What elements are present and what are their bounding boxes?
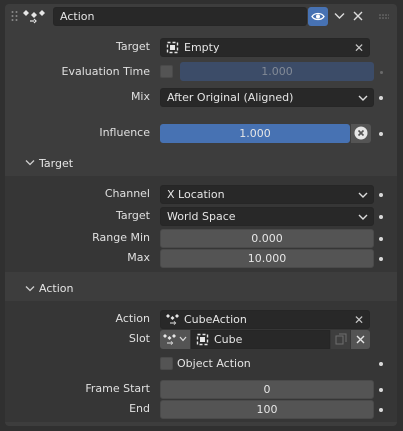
action-constraint-icon xyxy=(23,10,45,24)
eye-icon xyxy=(311,12,325,21)
influence-label: Influence xyxy=(99,126,150,139)
channel-value: X Location xyxy=(167,188,225,201)
target-space-dropdown[interactable]: World Space xyxy=(160,207,374,226)
influence-value: 1.000 xyxy=(239,127,271,140)
object-icon xyxy=(166,41,179,54)
mix-label: Mix xyxy=(130,90,150,103)
action-icon xyxy=(163,334,176,345)
mix-value: After Original (Aligned) xyxy=(167,91,294,104)
clear-action-icon[interactable]: ✕ xyxy=(354,313,364,327)
keyframe-dot-icon[interactable] xyxy=(379,193,383,197)
range-min-field[interactable]: 0.000 xyxy=(160,229,374,248)
slot-field[interactable]: Cube xyxy=(191,330,330,349)
object-action-checkbox[interactable] xyxy=(160,357,173,370)
unlink-slot-button[interactable] xyxy=(351,330,370,349)
slot-browse-button[interactable] xyxy=(160,330,190,349)
close-circle-icon xyxy=(354,126,368,140)
range-min-label: Range Min xyxy=(92,231,150,244)
end-label: End xyxy=(129,402,150,415)
keyframe-dot-icon[interactable] xyxy=(379,96,383,100)
frame-start-field[interactable]: 0 xyxy=(160,380,374,399)
channel-dropdown[interactable]: X Location xyxy=(160,185,374,204)
keyframe-dot-icon[interactable] xyxy=(379,132,383,136)
chevron-down-icon xyxy=(358,192,368,198)
keyframe-dot-icon xyxy=(380,71,383,74)
keyframe-dot-icon[interactable] xyxy=(379,257,383,261)
frame-start-label: Frame Start xyxy=(85,382,150,395)
end-field[interactable]: 100 xyxy=(160,400,374,419)
close-icon xyxy=(356,335,365,344)
duplicate-icon xyxy=(335,333,347,345)
target-space-label: Target xyxy=(115,209,150,222)
target-subpanel-title[interactable]: Target xyxy=(39,157,73,170)
panel-drag-icon[interactable] xyxy=(379,14,389,20)
keyframe-dot-icon[interactable] xyxy=(379,388,383,392)
range-min-value: 0.000 xyxy=(251,232,283,245)
chevron-down-icon[interactable] xyxy=(25,285,35,293)
frame-start-value: 0 xyxy=(263,383,271,396)
max-label: Max xyxy=(127,251,150,264)
max-value: 10.000 xyxy=(247,252,287,265)
target-label: Target xyxy=(115,40,150,53)
close-icon[interactable] xyxy=(353,11,363,21)
duplicate-slot-button[interactable] xyxy=(331,330,350,349)
keyframe-dot-icon[interactable] xyxy=(379,408,383,412)
influence-slider[interactable]: 1.000 xyxy=(160,124,350,143)
chevron-down-icon xyxy=(358,95,368,101)
chevron-down-icon xyxy=(358,214,368,220)
object-icon xyxy=(196,333,209,346)
chevron-down-icon[interactable] xyxy=(334,11,345,21)
eval-time-label: Evaluation Time xyxy=(61,65,150,78)
slot-label: Slot xyxy=(128,332,150,345)
object-action-label[interactable]: Object Action xyxy=(177,357,251,370)
eval-time-checkbox[interactable] xyxy=(160,65,173,78)
action-icon xyxy=(166,314,179,325)
keyframe-dot-icon[interactable] xyxy=(379,362,383,366)
drag-handle-icon[interactable] xyxy=(11,10,18,22)
clear-target-icon[interactable]: ✕ xyxy=(354,41,364,55)
visibility-toggle[interactable] xyxy=(308,7,328,26)
eval-time-value: 1.000 xyxy=(261,65,293,78)
chevron-down-icon[interactable] xyxy=(25,159,35,167)
constraint-name: Action xyxy=(60,10,95,23)
target-object-value: Empty xyxy=(184,41,220,54)
keyframe-dot-icon[interactable] xyxy=(379,215,383,219)
constraint-name-field[interactable]: Action xyxy=(53,7,307,26)
mix-dropdown[interactable]: After Original (Aligned) xyxy=(160,88,374,107)
target-object-field[interactable]: Empty ✕ xyxy=(160,38,370,57)
target-space-value: World Space xyxy=(167,210,236,223)
action-subpanel-title[interactable]: Action xyxy=(39,282,73,295)
action-label: Action xyxy=(115,312,150,325)
action-value: CubeAction xyxy=(184,313,247,326)
action-constraint-panel: Action Target Empty ✕ Evaluation Time 1.… xyxy=(5,4,397,426)
channel-label: Channel xyxy=(104,187,150,200)
action-field[interactable]: CubeAction ✕ xyxy=(160,310,370,329)
end-value: 100 xyxy=(256,403,278,416)
max-field[interactable]: 10.000 xyxy=(160,249,374,268)
eval-time-field: 1.000 xyxy=(180,62,374,81)
slot-value: Cube xyxy=(214,333,243,346)
disable-keep-temp-button[interactable] xyxy=(351,124,371,143)
keyframe-dot-icon[interactable] xyxy=(379,237,383,241)
chevron-down-icon xyxy=(179,336,187,342)
